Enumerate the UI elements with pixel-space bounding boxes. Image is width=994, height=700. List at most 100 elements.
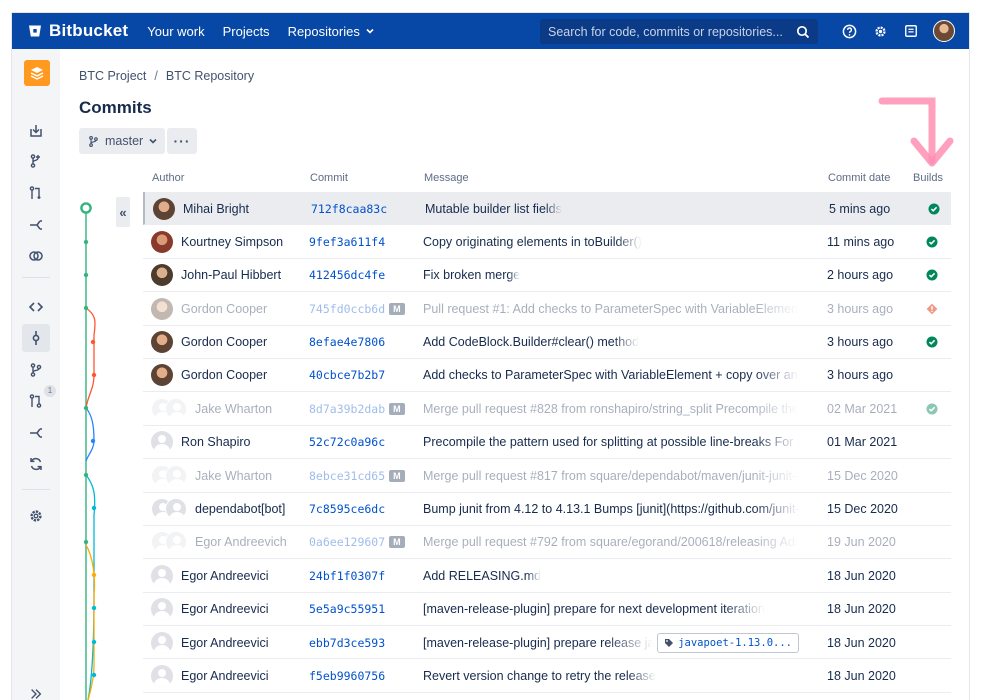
build-failed-icon[interactable] [926,303,938,315]
bitbucket-logo[interactable]: Bitbucket [28,21,128,41]
nav-repositories[interactable]: Repositories [288,24,374,39]
author-name: dependabot[bot] [195,502,286,517]
build-status-cell [919,259,945,292]
commit-message[interactable]: Fix broken merge [423,268,520,282]
commit-message[interactable]: Add CodeBlock.Builder#clear() method [423,335,639,349]
author-name: Egor Andreevici [181,635,269,650]
page-title: Commits [79,98,152,117]
search-input[interactable]: Search for code, commits or repositories… [540,19,818,44]
build-status-cell [919,225,945,258]
fork-icon[interactable] [22,211,50,239]
commit-message[interactable]: Merge pull request #817 from square/depe… [423,469,799,483]
commit-message[interactable]: Pull request #1: Add checks to Parameter… [423,302,799,316]
nav-your-work[interactable]: Your work [147,24,204,39]
commit-row[interactable]: Kourtney Simpson 9fef3a611f4 Copy originat… [143,225,951,259]
commit-row[interactable]: Mihai Bright 712f8caa83c Mutable builder l… [143,192,951,226]
breadcrumb-project[interactable]: BTC Project [79,69,146,83]
commit-row[interactable]: Gordon Cooper 8efae4e7806 Add CodeBlock.Bu… [143,326,951,359]
author-cell: Egor Andreevich [151,526,301,559]
author-avatar [151,431,173,454]
merge-badge: M [389,402,405,415]
commit-message[interactable]: Precompile the pattern used for splittin… [423,435,799,449]
branch-selector-button[interactable]: master [79,128,166,154]
build-status-cell [919,459,945,492]
commit-row[interactable]: Egor Andreevici f5eb9960756 Revert version… [143,659,951,693]
source-code-icon[interactable] [22,293,50,321]
commit-hash-link[interactable]: 8efae4e7806 [309,335,385,349]
commit-hash-link[interactable]: 9fef3a611f4 [309,235,385,249]
help-icon[interactable] [841,23,857,39]
commit-hash-cell: 5e5a9c55951 [309,593,419,626]
build-success-icon[interactable] [926,236,938,248]
commit-hash-link[interactable]: 412456dc4fe [309,268,385,282]
repository-avatar-icon[interactable] [24,60,50,86]
commit-hash-link[interactable]: 7c8595ce6dc [309,502,385,516]
commit-hash-link[interactable]: ebb7d3ce593 [309,636,385,650]
commit-row[interactable]: Egor Andreevici 5e5a9c55951 [maven-release… [143,593,951,627]
commit-row[interactable]: Gordon Cooper 40cbce7b2b7 Add checks to Pa… [143,359,951,393]
create-branch-icon[interactable] [22,147,50,175]
more-actions-button[interactable]: ··· [167,128,197,154]
commit-hash-link[interactable]: f5eb9960756 [309,669,385,683]
commit-date: 11 mins ago [827,234,895,249]
commit-hash-link[interactable]: 52c72c0a96c [309,435,385,449]
commit-hash-link[interactable]: 24bf1f0307f [309,569,385,583]
author-name: Gordon Cooper [181,368,268,383]
build-status-cell [919,593,945,626]
user-avatar[interactable] [933,20,955,42]
branch-name: master [105,134,144,148]
branches-icon[interactable] [22,356,50,384]
commit-message[interactable]: [maven-release-plugin] prepare release j… [423,636,653,650]
commit-row[interactable]: Gordon Cooper 745fd0ccb6d M Pull request #1… [143,292,951,326]
commit-date: 18 Jun 2020 [827,635,896,650]
commit-message[interactable]: Mutable builder list fields [425,202,562,216]
message-cell: [maven-release-plugin] prepare release j… [423,626,799,659]
build-success-icon[interactable] [926,336,938,348]
commit-row[interactable]: Egor Andreevici ebb7d3ce593 [maven-release… [143,626,951,660]
expand-sidebar-icon[interactable] [22,680,50,700]
commit-message[interactable]: Add checks to ParameterSpec with Variabl… [423,368,799,382]
nav-repositories-label: Repositories [287,23,360,39]
commit-row[interactable]: dependabot[bot] 7c8595ce6dc Bump junit fro… [143,493,951,526]
commit-row[interactable]: Egor Andreevici 24bf1f0307f Add RELEASING.… [143,559,951,593]
settings-gear-icon[interactable] [872,23,888,39]
breadcrumb-repository[interactable]: BTC Repository [166,69,254,83]
build-success-icon[interactable] [926,403,938,415]
commit-hash-link[interactable]: 8d7a39b2dab [309,402,385,416]
create-pull-request-icon[interactable] [22,179,50,207]
commit-message[interactable]: Revert version change to retry the relea… [423,669,656,683]
clone-icon[interactable] [22,117,50,145]
commit-message[interactable]: Add RELEASING.md [423,569,541,583]
build-success-icon[interactable] [926,269,938,281]
commit-row[interactable]: Jake Wharton 8ebce31cd65 M Merge pull reque… [143,459,951,493]
notifications-icon[interactable] [903,23,919,39]
commit-row[interactable]: John-Paul Hibbert 412456dc4fe Fix broken m… [143,259,951,293]
commit-message[interactable]: Copy originating elements in toBuilder() [423,235,642,249]
commit-hash-link[interactable]: 712f8caa83c [311,202,387,216]
message-cell: Mutable builder list fields [425,192,801,225]
collapse-graph-button[interactable]: « [116,197,130,227]
commits-icon[interactable] [22,324,50,352]
sync-icon[interactable] [22,450,50,478]
commit-hash-link[interactable]: 5e5a9c55951 [309,602,385,616]
commit-row[interactable]: Ron Shapiro 52c72c0a96c Precompile the pat… [143,426,951,460]
brand-name: Bitbucket [49,21,129,40]
commit-message[interactable]: [maven-release-plugin] prepare for next … [423,602,765,616]
repository-settings-gear-icon[interactable] [22,502,50,530]
forks-icon[interactable] [22,419,50,447]
commit-hash-link[interactable]: 0a6ee129607 [309,535,385,549]
commit-hash-link[interactable]: 8ebce31cd65 [309,469,385,483]
commit-message[interactable]: Merge pull request #828 from ronshapiro/… [423,402,799,416]
commit-message[interactable]: Bump junit from 4.12 to 4.13.1 Bumps [ju… [423,502,799,516]
commit-row[interactable]: Egor Andreevich 0a6ee129607 M Merge pull re… [143,526,951,560]
nav-projects[interactable]: Projects [223,24,270,39]
search-icon [796,25,810,38]
release-tag[interactable]: javapoet-1.13.0... [657,632,799,653]
build-success-icon[interactable] [928,203,940,215]
commit-message[interactable]: Merge pull request #792 from square/egor… [423,535,799,549]
commit-row[interactable]: Jake Wharton 8d7a39b2dab M Merge pull reque… [143,392,951,426]
author-avatar [151,498,187,521]
commit-hash-link[interactable]: 745fd0ccb6d [309,302,385,316]
compare-icon[interactable] [22,242,50,270]
commit-hash-link[interactable]: 40cbce7b2b7 [309,368,385,382]
